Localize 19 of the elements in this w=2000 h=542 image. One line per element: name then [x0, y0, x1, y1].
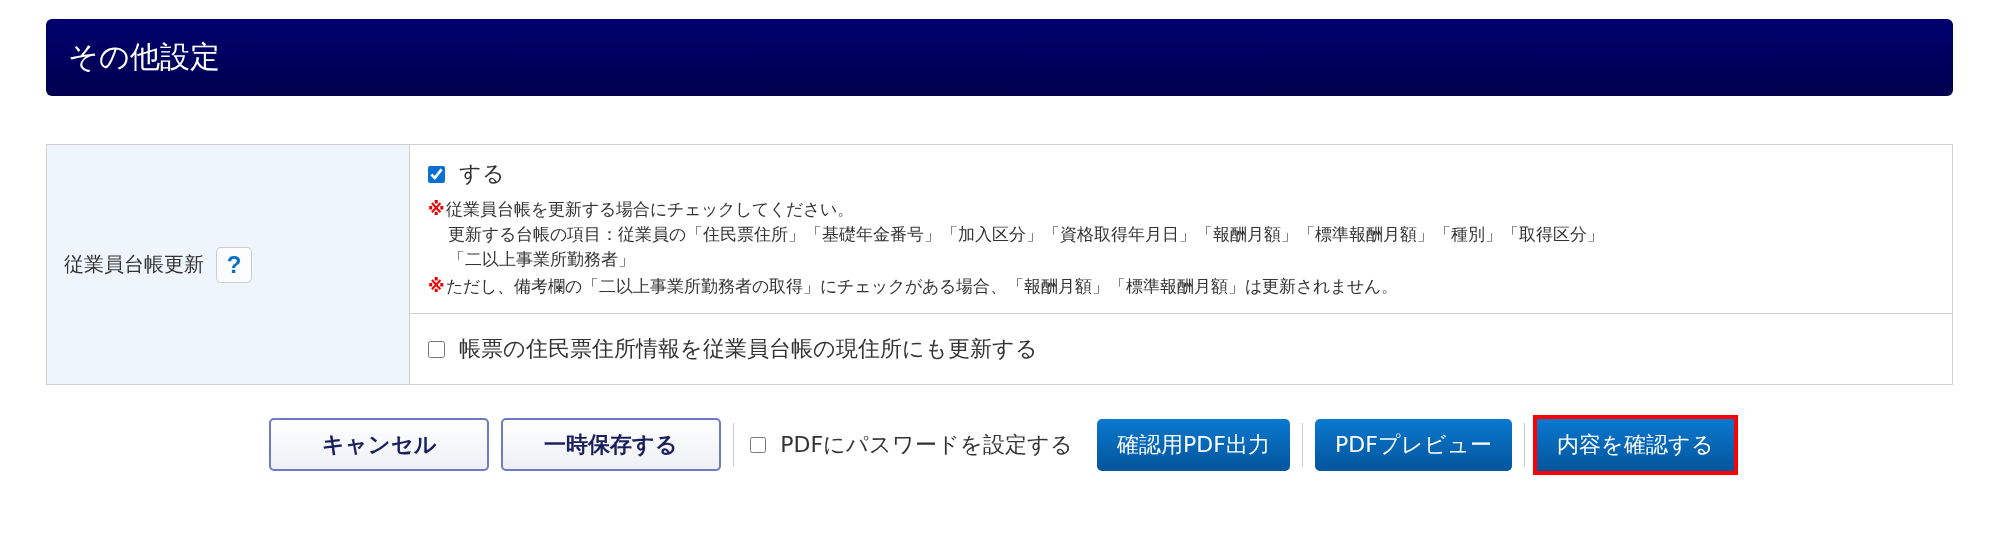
note-text: ただし、備考欄の「二以上事業所勤務者の取得」にチェックがある場合、「報酬月額」「標準報酬月額」は更新されません。 — [446, 275, 1398, 298]
section-title: その他設定 — [68, 38, 220, 76]
setting-label: 従業員台帳更新 — [64, 251, 204, 278]
note-mark: ※ — [428, 198, 446, 221]
action-button[interactable]: 確認用PDF出力 — [1097, 418, 1290, 471]
action-button[interactable]: キャンセル — [269, 418, 490, 471]
help-button[interactable]: ? — [216, 246, 252, 283]
note-text: 従業員台帳を更新する場合にチェックしてください。 — [446, 198, 854, 221]
note-text: 「二以上事業所勤務者」 — [447, 248, 635, 271]
action-button[interactable]: PDFプレビュー — [1314, 418, 1512, 471]
checkbox[interactable] — [750, 436, 767, 453]
checkbox[interactable] — [428, 340, 445, 358]
checkbox-label: 帳票の住民票住所情報を従業員台帳の現住所にも更新する — [459, 335, 1038, 363]
checkbox-label: PDFにパスワードを設定する — [780, 430, 1074, 459]
note-mark: ※ — [428, 275, 446, 298]
checkbox[interactable] — [428, 165, 445, 183]
checkbox-label: する — [459, 160, 505, 188]
action-button[interactable]: 一時保存する — [501, 418, 722, 471]
note-text: 更新する台帳の項目：従業員の「住民票住所」「基礎年金番号」「加入区分」「資格取得年月日」「報酬月額」「標準報酬月額」「種別」「取得区分」 — [447, 223, 1604, 246]
